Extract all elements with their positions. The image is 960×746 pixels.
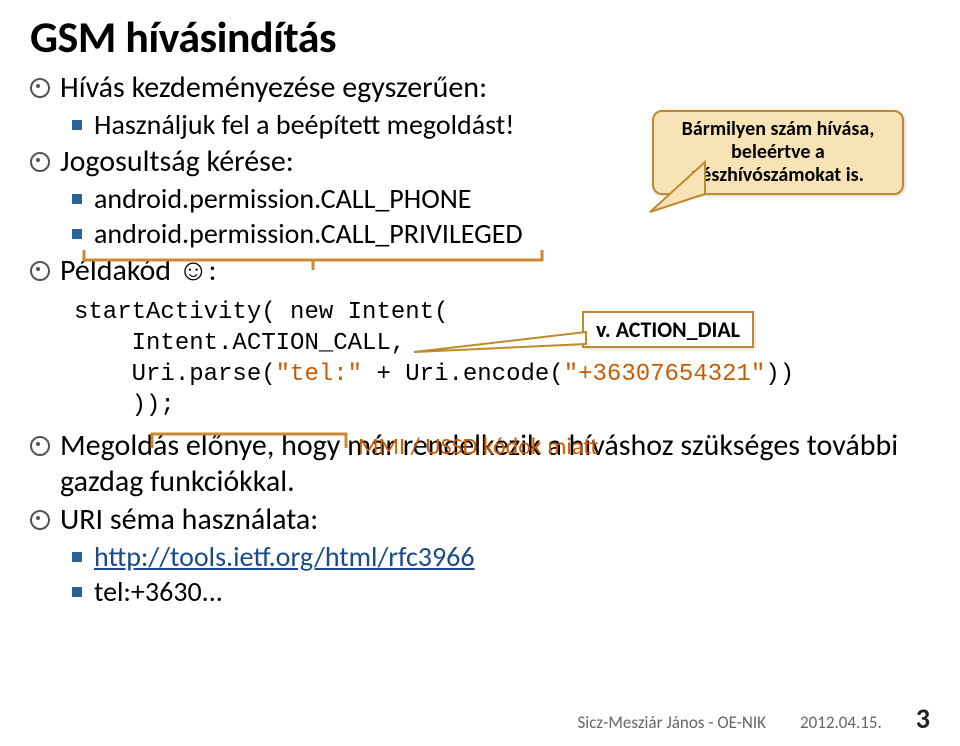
bullet-text: Használjuk fel a beépített megoldást! — [94, 108, 514, 142]
bullet-5: URI séma használata: — [30, 502, 930, 538]
bullet-text: Jogosultság kérése: — [60, 144, 294, 180]
bullet-eye-icon — [30, 261, 50, 281]
footer: Sicz-Mesziár János - OE-NIK 2012.04.15. … — [578, 701, 931, 736]
code-line: )); — [74, 390, 930, 421]
square-bullet-icon — [72, 229, 82, 239]
footer-date: 2012.04.15. — [800, 712, 882, 733]
bullet-3: Példakód ☺: — [30, 253, 930, 289]
footer-author: Sicz-Mesziár János - OE-NIK — [578, 712, 766, 733]
bullet-eye-icon — [30, 510, 50, 530]
bullet-text: URI séma használata: — [60, 502, 318, 538]
code-line: Intent.ACTION_CALL, — [74, 328, 930, 359]
annotation-mmi: MMI / USSD kódok miatt — [358, 432, 598, 461]
bullet-2b: android.permission.CALL_PRIVILEGED — [72, 217, 930, 251]
bullet-5a: http://tools.ietf.org/html/rfc3966 — [72, 540, 930, 574]
square-bullet-icon — [72, 587, 82, 597]
link-rfc[interactable]: http://tools.ietf.org/html/rfc3966 — [94, 540, 475, 574]
code-line: startActivity( new Intent( — [74, 297, 930, 328]
callout-big: Bármilyen szám hívása, beleértve a vészh… — [652, 110, 904, 195]
square-bullet-icon — [72, 120, 82, 130]
bullet-eye-icon — [30, 436, 50, 456]
bullet-text: Példakód ☺: — [60, 253, 217, 289]
slide-title: GSM hívásindítás — [30, 10, 930, 64]
page-number: 3 — [916, 701, 930, 736]
bullet-text: android.permission.CALL_PRIVILEGED — [94, 217, 523, 251]
square-bullet-icon — [72, 552, 82, 562]
callout-small: v. ACTION_DIAL — [582, 311, 754, 348]
bullet-5b: tel:+3630... — [72, 575, 930, 609]
bullet-text: android.permission.CALL_PHONE — [94, 182, 471, 216]
bullet-eye-icon — [30, 152, 50, 172]
square-bullet-icon — [72, 194, 82, 204]
code-line: Uri.parse("tel:" + Uri.encode("+36307654… — [74, 359, 930, 390]
bullet-eye-icon — [30, 78, 50, 98]
bullet-text: Hívás kezdeményezése egyszerűen: — [60, 70, 487, 106]
code-block: startActivity( new Intent( Intent.ACTION… — [74, 297, 930, 422]
bullet-text: tel:+3630... — [94, 575, 223, 609]
bullet-1: Hívás kezdeményezése egyszerűen: — [30, 70, 930, 106]
